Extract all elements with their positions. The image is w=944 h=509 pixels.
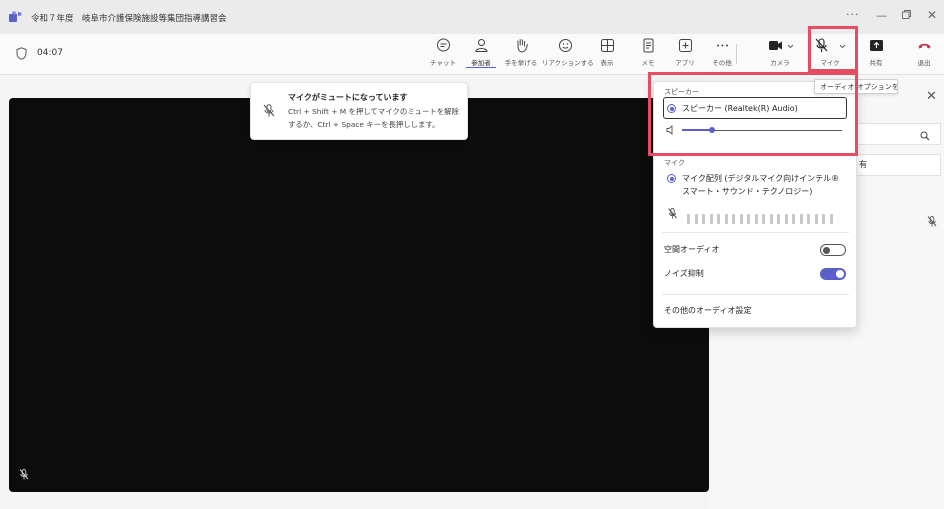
- more-icon: [716, 44, 728, 47]
- share-button[interactable]: 共有: [862, 38, 890, 71]
- camera-icon: [769, 41, 794, 50]
- mic-highlight-box: [808, 26, 858, 72]
- participants-label: 参加者: [466, 57, 496, 68]
- notes-button[interactable]: メモ: [637, 38, 659, 71]
- mic-off-icon: [19, 469, 29, 480]
- chat-label: チャット: [430, 59, 456, 67]
- notes-label: メモ: [641, 59, 655, 67]
- raise-hand-button[interactable]: 手を挙げる: [503, 38, 539, 71]
- meeting-timer: 04:07: [37, 48, 63, 58]
- search-icon: [920, 131, 930, 141]
- mic-off-icon: [263, 104, 275, 117]
- view-icon: [600, 39, 614, 52]
- leave-button[interactable]: 退出: [910, 38, 938, 71]
- view-button[interactable]: 表示: [594, 38, 620, 71]
- camera-label: カメラ: [770, 59, 790, 67]
- chat-button[interactable]: チャット: [428, 38, 458, 71]
- popover-divider: [662, 232, 849, 233]
- video-stage: [9, 98, 709, 492]
- mic-section-title: マイク: [664, 159, 685, 167]
- noise-suppression-toggle[interactable]: [820, 268, 846, 280]
- view-label: 表示: [600, 59, 614, 67]
- more-audio-settings-link[interactable]: その他のオーディオ設定: [664, 305, 751, 316]
- raise-hand-label: 手を挙げる: [504, 59, 538, 67]
- raise-hand-icon: [517, 39, 528, 53]
- close-panel-button[interactable]: ✕: [926, 89, 937, 104]
- camera-button[interactable]: カメラ: [760, 38, 800, 71]
- speaker-highlight-box: [648, 72, 858, 156]
- more-actions-label: その他: [712, 59, 732, 67]
- leave-icon: [918, 43, 930, 49]
- mic-device-label-line1: マイク配列 (デジタルマイク向けインテル®: [682, 174, 840, 183]
- mute-notification: マイクがミュートになっています Ctrl + Shift + M を押してマイク…: [250, 82, 468, 140]
- mic-radio[interactable]: [667, 174, 676, 183]
- leave-label: 退出: [917, 59, 931, 67]
- notes-icon: [643, 38, 653, 53]
- spatial-audio-label: 空間オーディオ: [664, 245, 720, 254]
- share-icon: [869, 40, 883, 51]
- reaction-icon: [558, 39, 572, 52]
- spatial-audio-toggle[interactable]: [820, 244, 846, 256]
- chat-icon: [436, 38, 450, 52]
- window-titlebar: 令和７年度 岐阜市介護保険施設等集団指導講習会 ··· — ✕: [0, 0, 944, 34]
- window-more-button[interactable]: ···: [846, 8, 860, 21]
- close-window-button[interactable]: ✕: [927, 8, 937, 22]
- reaction-label: リアクションする: [542, 59, 594, 67]
- share-invite-field[interactable]: [855, 154, 941, 176]
- meeting-toolbar: 04:07 チャット 参加者 手を挙げる リアクションする 表示 メモ アプリ …: [0, 34, 944, 75]
- window-title: 令和７年度 岐阜市介護保険施設等集団指導講習会: [31, 14, 227, 24]
- apps-button[interactable]: アプリ: [672, 38, 698, 71]
- popover-divider: [662, 294, 849, 295]
- minimize-button[interactable]: —: [876, 9, 887, 22]
- mute-notification-body: Ctrl + Shift + M を押してマイクのミュートを解除するか、Ctrl…: [288, 107, 459, 129]
- more-actions-button[interactable]: その他: [708, 38, 736, 71]
- mic-off-icon: [927, 216, 937, 227]
- apps-label: アプリ: [675, 59, 695, 67]
- mic-level-meter: [687, 209, 837, 224]
- share-invite-text: 有: [859, 160, 867, 169]
- toolbar-divider: [736, 44, 737, 64]
- shield-icon: [16, 47, 27, 60]
- share-label: 共有: [869, 59, 883, 67]
- restore-button[interactable]: [902, 10, 911, 19]
- noise-suppression-label: ノイズ抑制: [664, 269, 704, 278]
- participants-button[interactable]: 参加者: [466, 38, 496, 71]
- teams-app-icon: [9, 11, 22, 22]
- mute-notification-title: マイクがミュートになっています: [288, 93, 408, 102]
- apps-icon: [678, 39, 692, 52]
- people-icon: [474, 39, 488, 52]
- mic-device-label-line2: スマート・サウンド・テクノロジー): [682, 187, 813, 196]
- reaction-button[interactable]: リアクションする: [542, 38, 594, 71]
- mic-off-icon: [668, 208, 677, 219]
